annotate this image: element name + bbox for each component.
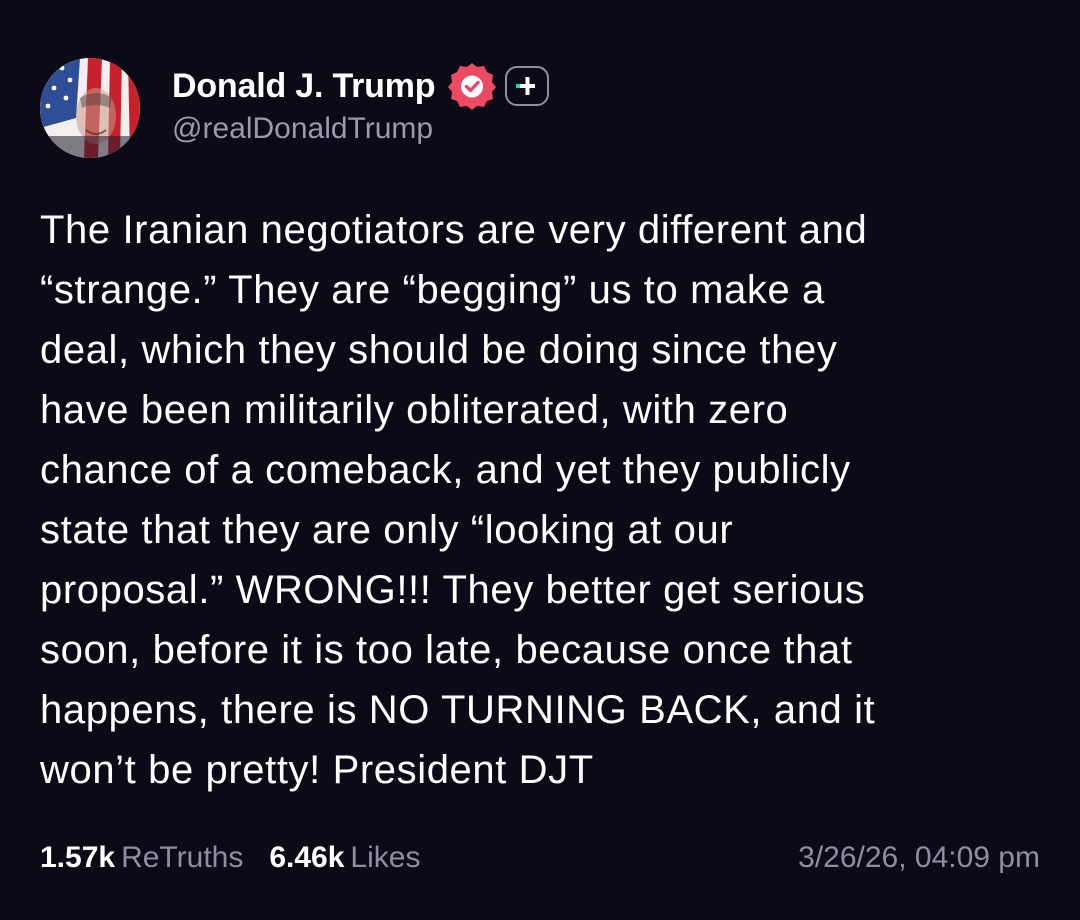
post-text: The Iranian negotiators are very differe… bbox=[40, 208, 876, 792]
plus-icon[interactable] bbox=[505, 66, 550, 106]
verified-check-icon bbox=[447, 61, 497, 111]
author-display-name[interactable]: Donald J. Trump bbox=[172, 67, 436, 106]
post-stats: 1.57k ReTruths 6.46k Likes bbox=[40, 836, 420, 880]
profile-avatar bbox=[40, 58, 140, 158]
post-timestamp[interactable]: 3/26/26, 04:09 pm bbox=[798, 836, 1040, 880]
retruths-count[interactable]: 1.57k bbox=[40, 841, 115, 875]
likes-count[interactable]: 6.46k bbox=[269, 841, 344, 875]
retruths-label[interactable]: ReTruths bbox=[121, 841, 243, 875]
likes-label[interactable]: Likes bbox=[350, 841, 420, 875]
author-name-row: Donald J. Trump bbox=[172, 61, 550, 111]
post-card: Donald J. Trump @realDonaldTrump The Ira… bbox=[0, 0, 1080, 920]
author-avatar[interactable] bbox=[40, 58, 140, 158]
author-handle[interactable]: @realDonaldTrump bbox=[172, 112, 433, 146]
